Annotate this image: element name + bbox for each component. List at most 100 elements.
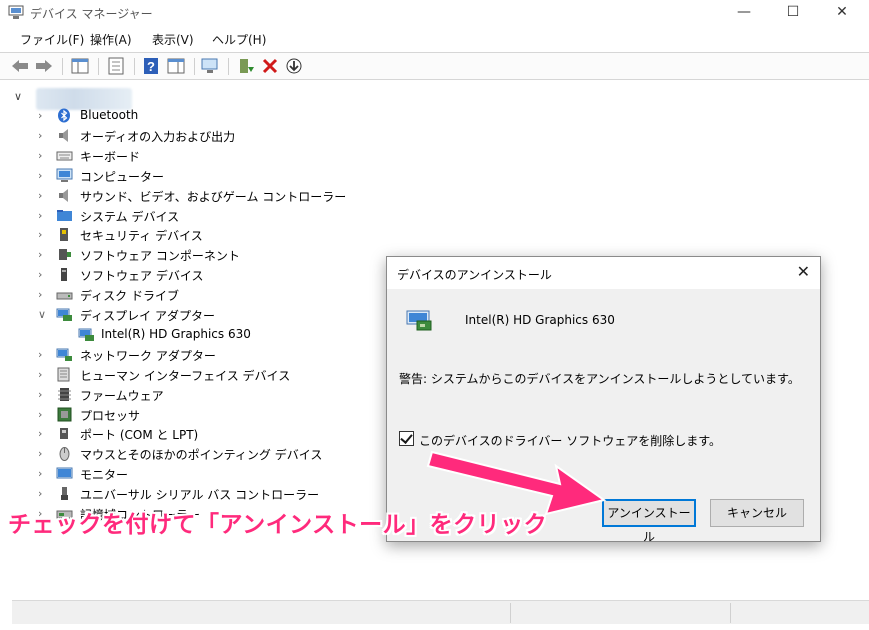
chevron-right-icon[interactable]: ›	[38, 388, 48, 401]
chevron-right-icon[interactable]: ›	[38, 248, 48, 261]
firmware-icon	[56, 387, 73, 402]
menu-file[interactable]: ファイル(F)	[20, 31, 84, 48]
tree-item-label: ネットワーク アダプター	[80, 348, 216, 363]
tree-item-label: Intel(R) HD Graphics 630	[101, 326, 251, 341]
tree-category-item[interactable]: › マウスとそのほかのポインティング デバイス	[0, 444, 400, 464]
chevron-right-icon[interactable]: ›	[38, 487, 48, 500]
display-adapter-icon	[78, 327, 95, 342]
display-adapter-icon	[56, 307, 73, 322]
chevron-right-icon[interactable]: ›	[38, 268, 48, 281]
tree-category-item[interactable]: › ファームウェア	[0, 385, 400, 405]
toolbar-separator	[228, 58, 229, 75]
toolbar: ?	[0, 52, 869, 80]
tree-item-label: プロセッサ	[80, 408, 141, 423]
keyboard-icon	[56, 148, 73, 163]
dialog-warning-text: 警告: システムからこのデバイスをアンインストールしようとしています。	[399, 372, 800, 386]
forward-arrow-icon[interactable]	[34, 57, 54, 75]
tree-category-item[interactable]: › ソフトウェア デバイス	[0, 265, 400, 285]
toolbar-separator	[62, 58, 63, 75]
tree-category-item[interactable]: › ユニバーサル シリアル バス コントローラー	[0, 484, 400, 504]
software-device-icon	[56, 267, 73, 282]
tree-item-label: マウスとそのほかのポインティング デバイス	[80, 448, 323, 463]
tree-item-label: コンピューター	[80, 169, 165, 184]
dialog-device-name: Intel(R) HD Graphics 630	[465, 313, 615, 327]
tree-item-label: ファームウェア	[80, 388, 164, 403]
chevron-right-icon[interactable]: ›	[38, 368, 48, 381]
chevron-down-icon[interactable]: ∨	[38, 308, 48, 321]
bluetooth-icon	[56, 108, 73, 123]
network-icon	[56, 347, 73, 362]
annotation-caption: チェックを付けて「アンインストール」をクリック	[8, 512, 548, 538]
show-hide-console-tree-icon[interactable]	[70, 57, 90, 75]
tree-category-item[interactable]: › Bluetooth	[0, 106, 400, 126]
update-driver-icon[interactable]	[236, 57, 256, 75]
chevron-right-icon[interactable]: ›	[38, 109, 48, 122]
uninstall-button[interactable]: アンインストール	[602, 499, 696, 544]
tree-category-item[interactable]: › システム デバイス	[0, 206, 400, 226]
help-icon[interactable]: ?	[142, 57, 162, 75]
tree-child-item[interactable]: Intel(R) HD Graphics 630	[0, 325, 400, 345]
tree-category-item[interactable]: › ディスク ドライブ	[0, 285, 400, 305]
close-button[interactable]: ✕	[819, 0, 865, 26]
toolbar-separator	[194, 58, 195, 75]
software-component-icon	[56, 247, 73, 262]
scan-hardware-icon[interactable]	[200, 57, 220, 75]
maximize-button[interactable]: ☐	[770, 0, 816, 26]
tree-category-item[interactable]: › ヒューマン インターフェイス デバイス	[0, 365, 400, 385]
tree-category-item[interactable]: › ポート (COM と LPT)	[0, 424, 400, 444]
chevron-right-icon[interactable]: ›	[38, 189, 48, 202]
status-divider	[510, 603, 511, 623]
monitor-icon	[56, 466, 73, 481]
chevron-right-icon[interactable]: ›	[38, 288, 48, 301]
port-icon	[56, 426, 73, 441]
svg-text:?: ?	[147, 59, 155, 74]
toolbar-separator	[134, 58, 135, 75]
chevron-right-icon[interactable]: ›	[38, 447, 48, 460]
chevron-right-icon[interactable]: ›	[38, 427, 48, 440]
toolbar-separator	[98, 58, 99, 75]
menu-help[interactable]: ヘルプ(H)	[212, 31, 266, 48]
menu-action[interactable]: 操作(A)	[90, 31, 132, 48]
chevron-down-icon[interactable]: ∨	[14, 90, 22, 103]
action-pane-icon[interactable]	[166, 57, 186, 75]
menu-view[interactable]: 表示(V)	[152, 31, 194, 48]
tree-category-item[interactable]: › オーディオの入力および出力	[0, 126, 400, 146]
chevron-right-icon[interactable]: ›	[38, 228, 48, 241]
back-arrow-icon[interactable]	[10, 57, 30, 75]
title-bar: デバイス マネージャー — ☐ ✕	[0, 0, 869, 26]
tree-item-label: ヒューマン インターフェイス デバイス	[80, 368, 291, 383]
delete-driver-checkbox[interactable]	[399, 431, 414, 446]
uninstall-device-dialog: デバイスのアンインストール ✕ Intel(R) HD Graphics 630…	[386, 256, 821, 544]
download-arrow-icon[interactable]	[284, 57, 304, 75]
status-divider	[730, 603, 731, 623]
tree-category-item[interactable]: › モニター	[0, 464, 400, 484]
tree-category-item[interactable]: › コンピューター	[0, 166, 400, 186]
tree-category-item[interactable]: › キーボード	[0, 146, 400, 166]
tree-category-item[interactable]: › ネットワーク アダプター	[0, 345, 400, 365]
dialog-close-icon[interactable]: ✕	[797, 262, 810, 281]
chevron-right-icon[interactable]: ›	[38, 348, 48, 361]
mouse-icon	[56, 446, 73, 462]
tree-category-item[interactable]: ∨ ディスプレイ アダプター	[0, 305, 400, 325]
tree-item-label: サウンド、ビデオ、およびゲーム コントローラー	[80, 189, 347, 204]
delete-driver-checkbox-label[interactable]: このデバイスのドライバー ソフトウェアを削除します。	[419, 432, 721, 449]
chevron-right-icon[interactable]: ›	[38, 129, 48, 142]
tree-item-label: ユニバーサル シリアル バス コントローラー	[80, 488, 320, 503]
speaker-icon	[56, 128, 73, 143]
tree-category-item[interactable]: › セキュリティ デバイス	[0, 225, 400, 245]
cancel-button[interactable]: キャンセル	[710, 499, 804, 527]
tree-category-item[interactable]: › ソフトウェア コンポーネント	[0, 245, 400, 265]
chevron-right-icon[interactable]: ›	[38, 408, 48, 421]
tree-category-item[interactable]: › プロセッサ	[0, 405, 400, 425]
system-folder-icon	[56, 208, 73, 223]
chevron-right-icon[interactable]: ›	[38, 149, 48, 162]
minimize-button[interactable]: —	[721, 0, 767, 26]
properties-icon[interactable]	[106, 57, 126, 75]
chevron-right-icon[interactable]: ›	[38, 169, 48, 182]
tree-item-label: モニター	[80, 468, 129, 483]
chevron-right-icon[interactable]: ›	[38, 467, 48, 480]
tree-category-item[interactable]: › サウンド、ビデオ、およびゲーム コントローラー	[0, 186, 400, 206]
tree-item-label: ソフトウェア デバイス	[80, 269, 204, 284]
uninstall-x-icon[interactable]	[260, 57, 280, 75]
chevron-right-icon[interactable]: ›	[38, 209, 48, 222]
